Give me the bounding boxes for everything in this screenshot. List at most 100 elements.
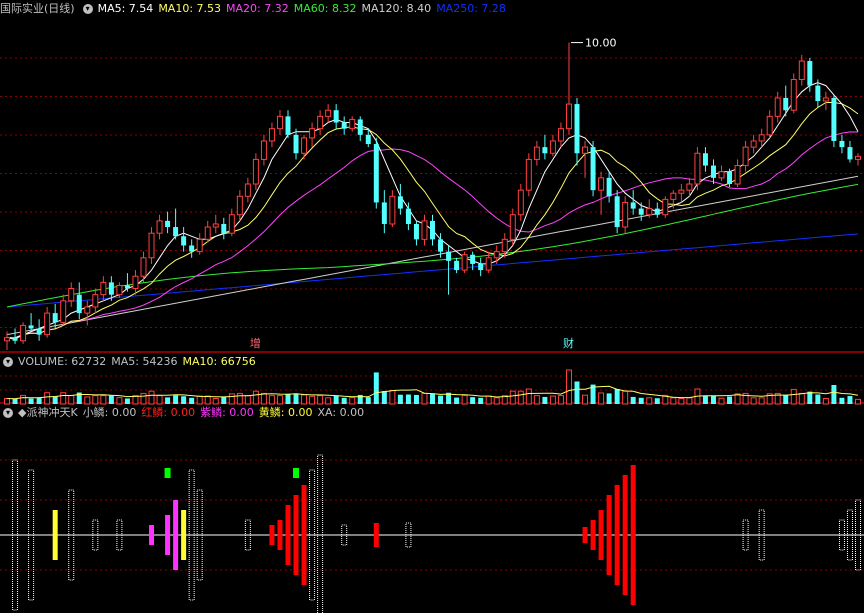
- candle-body: [807, 61, 813, 86]
- candle-body: [397, 196, 403, 209]
- candle-body: [365, 134, 371, 145]
- volume-bar: [365, 397, 371, 404]
- candle-body: [252, 158, 259, 185]
- candle-body: [822, 97, 829, 102]
- candle-body: [349, 118, 356, 130]
- volume-bar: [28, 398, 34, 404]
- candle-body: [381, 202, 387, 224]
- candle-body: [173, 227, 179, 237]
- volume-bar: [12, 398, 18, 404]
- volume-bar: [189, 397, 195, 404]
- volume-bar: [373, 372, 379, 404]
- volume-bar: [815, 394, 821, 404]
- candle-body: [854, 155, 861, 160]
- candle-body: [766, 115, 773, 136]
- hong-bar: [598, 510, 604, 560]
- huang-legend: 黄鳞: 0.00: [258, 406, 313, 419]
- candle-body: [517, 189, 524, 216]
- candle-body: [156, 220, 163, 234]
- candle-body: [44, 312, 51, 336]
- candle-body: [76, 294, 82, 314]
- volume-bar: [317, 395, 324, 405]
- toggle-icon[interactable]: ▾: [3, 357, 13, 367]
- xiao-bar: [317, 454, 324, 613]
- candle-body: [100, 281, 107, 296]
- volume-bar: [196, 395, 203, 405]
- volume-bar: [92, 395, 99, 405]
- hong-bar: [606, 495, 612, 575]
- candle-body: [798, 60, 805, 80]
- marker-zeng: 增: [250, 336, 261, 350]
- candle-body: [622, 201, 629, 228]
- volume-bar: [68, 395, 75, 405]
- candle-body: [590, 147, 596, 191]
- volume-bar: [822, 397, 829, 405]
- volume-bar: [678, 397, 685, 405]
- candle-body: [470, 254, 476, 264]
- candle-body: [228, 214, 235, 234]
- candle-body: [694, 152, 701, 185]
- candle-body: [533, 146, 540, 160]
- candle-body: [132, 275, 139, 290]
- volume-bar: [405, 394, 411, 404]
- volume-bar: [847, 396, 853, 404]
- candle-body: [68, 288, 75, 302]
- candle-body: [325, 109, 332, 117]
- candle-body: [525, 158, 532, 191]
- candle-body: [710, 165, 716, 178]
- xiao-legend: 小鳞: 0.00: [82, 406, 137, 419]
- candle-body: [60, 300, 67, 323]
- volume-bar: [212, 397, 219, 405]
- candle-body: [236, 195, 243, 216]
- candle-body: [446, 251, 452, 261]
- ma120-legend: MA120: 8.40: [361, 2, 432, 15]
- candle-body: [815, 85, 821, 101]
- volume-bar: [397, 394, 403, 404]
- volume-bar: [165, 397, 171, 404]
- candle-body: [742, 146, 749, 167]
- volume-bar: [341, 397, 347, 404]
- candle-body: [542, 147, 548, 154]
- candle-body: [783, 97, 789, 111]
- volume-bar: [333, 395, 339, 404]
- candle-body: [389, 195, 396, 225]
- huang-bar: [52, 510, 58, 560]
- candle-body: [108, 282, 114, 295]
- volume-bar: [108, 395, 114, 404]
- volume-bar: [438, 395, 444, 404]
- volume-bar: [36, 397, 42, 404]
- volume-bar: [236, 392, 243, 405]
- candle-body: [598, 177, 605, 191]
- huang-bar: [181, 510, 187, 560]
- volume-bar: [549, 395, 556, 405]
- volume-bar: [204, 395, 211, 405]
- volume-bar: [124, 398, 130, 404]
- candle-body: [606, 177, 612, 197]
- candle-body: [582, 146, 589, 154]
- candle-body: [557, 128, 564, 142]
- volume-bar: [493, 397, 500, 405]
- hong-bar: [301, 485, 307, 585]
- green-signal: [164, 468, 171, 478]
- volume-bar: [598, 392, 605, 405]
- candle-body: [357, 119, 363, 135]
- volume-bar: [686, 397, 693, 405]
- volume-bar: [638, 397, 644, 404]
- candle-body: [341, 122, 347, 129]
- candle-body: [670, 192, 677, 200]
- volume-bar: [758, 397, 765, 405]
- hong-bar: [277, 520, 283, 550]
- stock-chart[interactable]: 10.00 增 财: [0, 0, 864, 613]
- volume-bar: [646, 397, 653, 405]
- candle-body: [285, 116, 291, 135]
- toggle-icon[interactable]: ▾: [82, 4, 93, 14]
- hong-bar: [622, 475, 628, 595]
- volume-panel-header: ▾ VOLUME: 62732 MA5: 54236 MA10: 66756: [0, 354, 261, 370]
- toggle-icon[interactable]: ▾: [3, 408, 13, 418]
- candle-body: [565, 103, 572, 130]
- volume-bar: [542, 396, 548, 404]
- volume-bar: [533, 395, 540, 405]
- candle-body: [333, 110, 339, 123]
- volume-bar: [718, 397, 725, 405]
- volume-bar: [654, 398, 660, 404]
